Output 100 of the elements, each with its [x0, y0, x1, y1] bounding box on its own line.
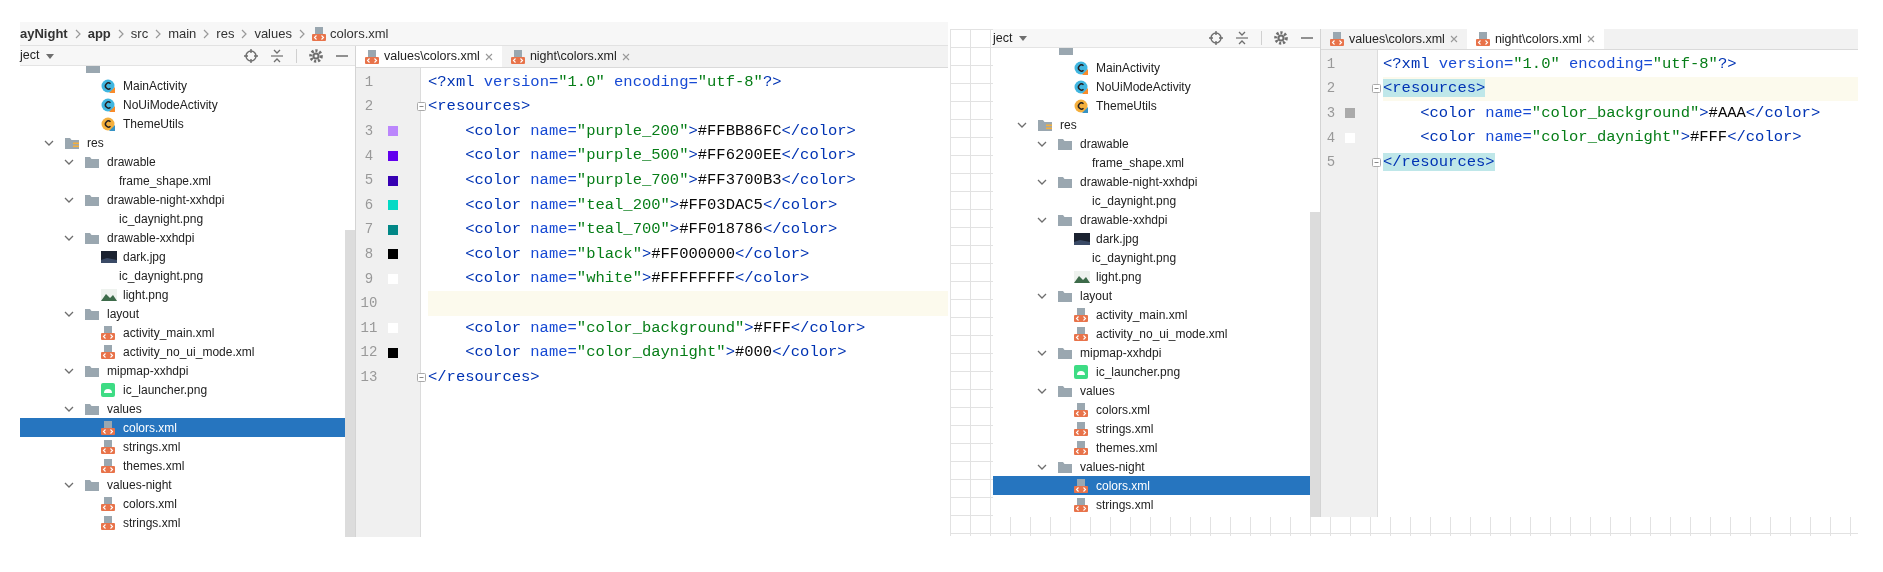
tree-item[interactable]: values: [20, 399, 345, 418]
tree-item[interactable]: ic_launcher.png: [20, 380, 345, 399]
tree-item[interactable]: MainActivity: [993, 58, 1310, 77]
settings-icon[interactable]: [309, 48, 323, 63]
tree-item[interactable]: drawable-xxhdpi: [993, 210, 1310, 229]
code-line: <color name="color_daynight">#000</color>: [464, 342, 847, 364]
tree-item[interactable]: colors.xml: [993, 476, 1310, 495]
tree-item[interactable]: res: [20, 133, 345, 152]
xml-file-icon: [1074, 478, 1088, 493]
panel-title[interactable]: ject: [993, 28, 1013, 48]
tree-item[interactable]: strings.xml: [20, 437, 345, 456]
xml-file-icon: [101, 344, 115, 359]
tree-item[interactable]: drawable-night-xxhdpi: [20, 190, 345, 209]
breadcrumb-item[interactable]: main: [168, 23, 197, 44]
tree-item[interactable]: ic_daynight.png: [993, 248, 1310, 267]
tree-item[interactable]: activity_main.xml: [993, 305, 1310, 324]
tree-item[interactable]: drawable-xxhdpi: [20, 228, 345, 247]
tree-item[interactable]: layout: [993, 286, 1310, 305]
tree-item[interactable]: activity_main.xml: [20, 323, 345, 342]
chevron-right-icon: [73, 28, 82, 39]
tree-item[interactable]: ic_daynight.png: [993, 191, 1310, 210]
fold-icon[interactable]: [1372, 158, 1381, 168]
breadcrumb-item[interactable]: values: [254, 23, 292, 44]
class-icon: [101, 97, 115, 112]
close-icon[interactable]: [1586, 35, 1595, 43]
tree-item[interactable]: values: [993, 381, 1310, 400]
settings-icon[interactable]: [1274, 31, 1288, 45]
tree-item[interactable]: res: [993, 115, 1310, 134]
tree-item[interactable]: colors.xml: [993, 400, 1310, 419]
close-icon[interactable]: [621, 52, 630, 61]
tree-item[interactable]: NoUiModeActivity: [993, 77, 1310, 96]
editor-tab[interactable]: values\colors.xml: [1321, 29, 1467, 49]
target-icon[interactable]: [244, 48, 258, 63]
tree-item[interactable]: drawable-night-xxhdpi: [993, 172, 1310, 191]
target-icon[interactable]: [1209, 31, 1223, 45]
tree-item[interactable]: dark.jpg: [993, 229, 1310, 248]
tree-item[interactable]: activity_no_ui_mode.xml: [20, 342, 345, 361]
image-file-icon: [101, 250, 117, 263]
tree-item[interactable]: layout: [20, 304, 345, 323]
code-line: </resources>: [428, 366, 540, 388]
resource-folder-icon: [65, 136, 79, 149]
folder-icon: [85, 155, 99, 168]
scrollbar-thumb[interactable]: [1310, 212, 1320, 517]
tree-item[interactable]: ThemeUtils: [20, 114, 345, 133]
close-icon[interactable]: [1449, 35, 1458, 43]
tree-item[interactable]: NoUiModeActivity: [20, 95, 345, 114]
collapse-icon[interactable]: [1235, 31, 1249, 45]
tree-item[interactable]: mipmap-xxhdpi: [20, 361, 345, 380]
close-icon[interactable]: [484, 52, 493, 61]
xml-file-icon: [510, 49, 525, 64]
folder-icon: [1058, 289, 1072, 302]
tree-item[interactable]: frame_shape.xml: [993, 153, 1310, 172]
caret-icon[interactable]: [1018, 33, 1029, 43]
tree-item[interactable]: ThemeUtils: [993, 96, 1310, 115]
xml-file-icon: [1074, 307, 1088, 322]
fold-icon[interactable]: [1372, 84, 1381, 94]
tree-item[interactable]: drawable: [993, 134, 1310, 153]
panel-title[interactable]: ject: [20, 46, 40, 65]
tree-item[interactable]: light.png: [993, 267, 1310, 286]
tree-item[interactable]: ic_daynight.png: [20, 209, 345, 228]
tree-item[interactable]: mipmap-xxhdpi: [993, 343, 1310, 362]
fold-icon[interactable]: [417, 102, 426, 112]
editor-tab[interactable]: night\colors.xml: [501, 46, 639, 67]
tree-item[interactable]: light.png: [20, 285, 345, 304]
class-icon: [1074, 98, 1088, 113]
tree-item[interactable]: activity_no_ui_mode.xml: [993, 324, 1310, 343]
tree-item[interactable]: colors.xml: [20, 494, 345, 513]
folder-icon: [1058, 213, 1072, 226]
tree-item[interactable]: drawable: [20, 152, 345, 171]
line-number: 10: [359, 294, 379, 314]
tree-item[interactable]: themes.xml: [993, 438, 1310, 457]
tree-item[interactable]: values-night: [20, 475, 345, 494]
tree-item[interactable]: values-night: [993, 457, 1310, 476]
resource-folder-icon: [1038, 118, 1052, 131]
tree-item[interactable]: strings.xml: [993, 495, 1310, 514]
code-line: <color name="black">#FF000000</color>: [464, 243, 810, 265]
line-number: 5: [1325, 153, 1337, 173]
breadcrumb-item[interactable]: res: [216, 23, 235, 44]
tree-item[interactable]: dark.jpg: [20, 247, 345, 266]
editor-tab[interactable]: night\colors.xml: [1466, 29, 1604, 49]
tree-item[interactable]: ic_launcher.png: [993, 362, 1310, 381]
tree-item[interactable]: strings.xml: [993, 419, 1310, 438]
tree-item[interactable]: MainActivity: [20, 76, 345, 95]
breadcrumb-item[interactable]: ayNight: [20, 23, 68, 44]
xml-file-icon: [101, 458, 115, 473]
line-number: 2: [363, 97, 375, 117]
xml-file-icon: [365, 49, 379, 64]
fold-icon[interactable]: [417, 372, 426, 382]
tree-item[interactable]: themes.xml: [20, 456, 345, 475]
breadcrumb-item[interactable]: app: [87, 23, 111, 44]
breadcrumb-item[interactable]: colors.xml: [311, 23, 389, 44]
breadcrumb-item[interactable]: src: [130, 23, 149, 44]
image-file-icon: [101, 382, 115, 397]
collapse-icon[interactable]: [270, 48, 284, 63]
tree-item[interactable]: strings.xml: [20, 513, 345, 532]
scrollbar-thumb[interactable]: [345, 230, 355, 537]
tree-item[interactable]: ic_daynight.png: [20, 266, 345, 285]
editor-tab[interactable]: values\colors.xml: [356, 46, 502, 67]
tree-item[interactable]: frame_shape.xml: [20, 171, 345, 190]
tree-item[interactable]: colors.xml: [20, 418, 345, 437]
